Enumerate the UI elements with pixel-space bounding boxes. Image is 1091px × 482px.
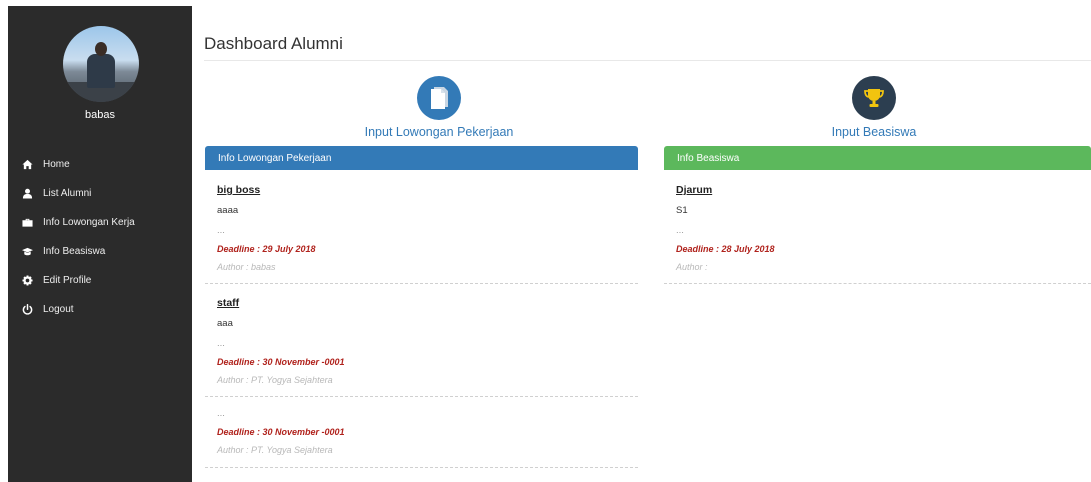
- scholarship-post-ellipsis: ...: [676, 225, 684, 236]
- job-post: staff aaa ... Deadline : 30 November -00…: [217, 297, 345, 385]
- input-lowongan-label: Input Lowongan Pekerjaan: [364, 125, 514, 139]
- sidebar-item-label: Edit Profile: [43, 275, 92, 286]
- sidebar-item-label: List Alumni: [43, 188, 92, 199]
- avatar-person-head: [95, 42, 107, 56]
- avatar-person-body: [87, 54, 115, 88]
- job-post-author: Author : PT. Yogya Sejahtera: [217, 445, 333, 455]
- sidebar-item-logout[interactable]: Logout: [8, 295, 192, 324]
- gear-icon: [20, 274, 34, 288]
- sidebar-item-label: Home: [43, 159, 70, 170]
- job-post-deadline: Deadline : 29 July 2018: [217, 244, 316, 254]
- input-beasiswa-button[interactable]: Input Beasiswa: [790, 76, 958, 139]
- job-post-desc: aaaa: [217, 205, 239, 216]
- sidebar-item-info-lowongan-kerja[interactable]: Info Lowongan Kerja: [8, 208, 192, 237]
- title-divider: [204, 60, 1091, 61]
- job-post-author: Author : babas: [217, 262, 276, 272]
- job-post-deadline: Deadline : 30 November -0001: [217, 357, 345, 367]
- post-divider: [205, 396, 638, 397]
- graduation-cap-icon: [20, 245, 34, 259]
- sidebar-item-label: Info Lowongan Kerja: [43, 217, 135, 228]
- job-post: ... Deadline : 30 November -0001 Author …: [217, 408, 345, 455]
- job-post-title[interactable]: big boss: [217, 184, 316, 196]
- scholarship-post-title[interactable]: Djarum: [676, 184, 775, 196]
- page-title: Dashboard Alumni: [204, 34, 343, 53]
- sidebar-item-info-beasiswa[interactable]: Info Beasiswa: [8, 237, 192, 266]
- job-post-deadline: Deadline : 30 November -0001: [217, 427, 345, 437]
- trophy-icon: [852, 76, 896, 120]
- user-icon: [20, 187, 34, 201]
- job-post: big boss aaaa ... Deadline : 29 July 201…: [217, 184, 316, 272]
- sidebar-nav: Home List Alumni Info Lowongan Kerja Inf…: [8, 150, 192, 324]
- job-post-ellipsis: ...: [217, 225, 225, 236]
- scholarship-post: Djarum S1 ... Deadline : 28 July 2018 Au…: [676, 184, 775, 272]
- job-panel-heading: Info Lowongan Pekerjaan: [205, 146, 638, 170]
- sidebar-item-label: Logout: [43, 304, 74, 315]
- job-post-ellipsis: ...: [217, 408, 225, 419]
- job-post-author: Author : PT. Yogya Sejahtera: [217, 375, 333, 385]
- sidebar-item-edit-profile[interactable]: Edit Profile: [8, 266, 192, 295]
- sidebar-item-home[interactable]: Home: [8, 150, 192, 179]
- scholarship-post-author: Author :: [676, 262, 708, 272]
- post-divider: [205, 283, 638, 284]
- post-divider: [205, 467, 638, 468]
- power-icon: [20, 303, 34, 317]
- scholarship-post-deadline: Deadline : 28 July 2018: [676, 244, 775, 254]
- username: babas: [85, 109, 115, 121]
- job-post-desc: aaa: [217, 318, 233, 329]
- home-icon: [20, 158, 34, 172]
- sidebar: babas Home List Alumni Info Lowongan Ker…: [8, 6, 192, 482]
- sidebar-item-list-alumni[interactable]: List Alumni: [8, 179, 192, 208]
- sidebar-item-label: Info Beasiswa: [43, 246, 106, 257]
- job-post-ellipsis: ...: [217, 338, 225, 349]
- post-divider: [664, 283, 1091, 284]
- input-lowongan-button[interactable]: Input Lowongan Pekerjaan: [320, 76, 558, 139]
- avatar[interactable]: [63, 26, 139, 102]
- job-post-title[interactable]: staff: [217, 297, 345, 309]
- scholarship-post-desc: S1: [676, 205, 688, 216]
- briefcase-icon: [20, 216, 34, 230]
- scholarship-panel-heading: Info Beasiswa: [664, 146, 1091, 170]
- input-beasiswa-label: Input Beasiswa: [831, 125, 917, 139]
- document-icon: [417, 76, 461, 120]
